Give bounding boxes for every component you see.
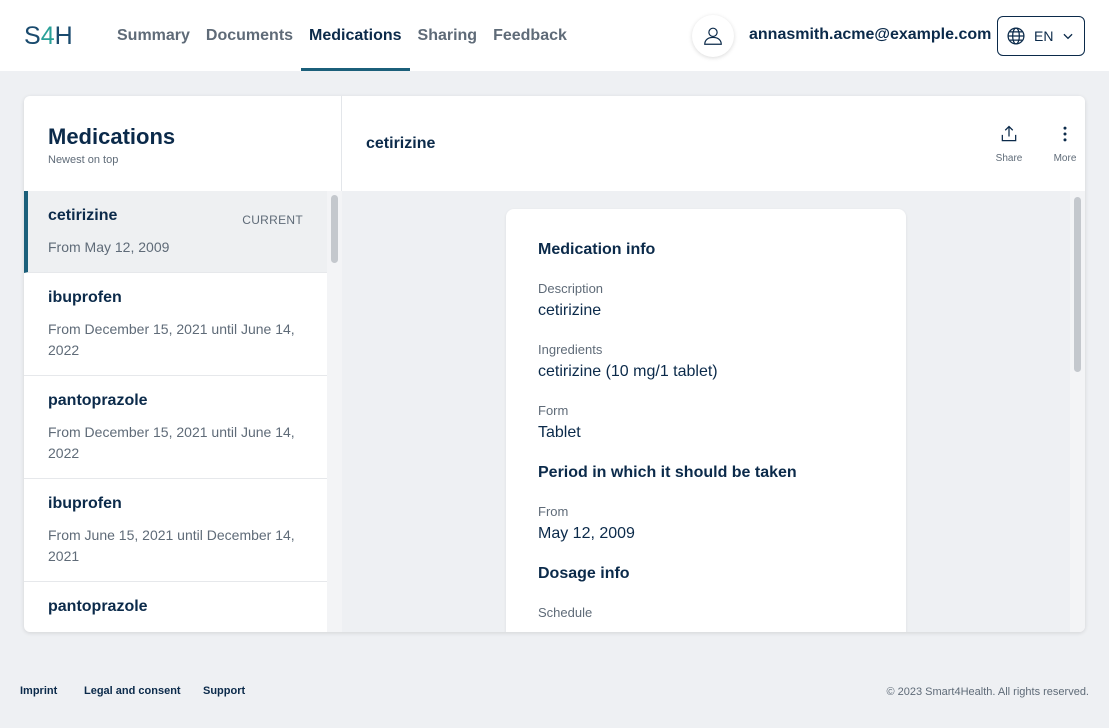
- scrollbar-thumb[interactable]: [1074, 197, 1081, 372]
- detail-body: Medication info Description cetirizine I…: [342, 191, 1085, 632]
- chevron-down-icon: [1063, 33, 1073, 40]
- list-item[interactable]: ibuprofen From June 15, 2021 until Decem…: [24, 479, 327, 582]
- list-item[interactable]: cetirizine CURRENT From May 12, 2009: [24, 191, 327, 273]
- copyright: © 2023 Smart4Health. All rights reserved…: [886, 686, 1089, 698]
- medication-name: ibuprofen: [48, 289, 122, 306]
- support-link[interactable]: Support: [203, 685, 245, 697]
- footer: Imprint Legal and consent Support © 2023…: [0, 672, 1109, 712]
- medication-period: From May 12, 2009: [48, 239, 170, 255]
- section-period: Period in which it should be taken: [538, 464, 797, 481]
- section-medication-info: Medication info: [538, 241, 656, 258]
- legal-consent-link[interactable]: Legal and consent: [84, 685, 181, 697]
- globe-icon: [1007, 27, 1025, 45]
- medication-info-card: Medication info Description cetirizine I…: [506, 209, 906, 632]
- nav-documents[interactable]: Documents: [198, 0, 301, 71]
- medication-list: cetirizine CURRENT From May 12, 2009 ibu…: [24, 191, 327, 632]
- language-selector[interactable]: EN: [997, 16, 1085, 56]
- ingredients-field: Ingredients cetirizine (10 mg/1 tablet): [538, 342, 874, 381]
- description-value: cetirizine: [538, 302, 602, 319]
- ingredients-value: cetirizine (10 mg/1 tablet): [538, 363, 718, 380]
- ingredients-label: Ingredients: [538, 342, 603, 357]
- description-field: Description cetirizine: [538, 281, 874, 320]
- logo-4: 4: [40, 21, 55, 50]
- nav-feedback[interactable]: Feedback: [485, 0, 575, 71]
- main-nav: Summary Documents Medications Sharing Fe…: [109, 0, 575, 71]
- medication-name: ibuprofen: [48, 495, 122, 512]
- scrollbar-thumb[interactable]: [331, 195, 338, 263]
- nav-medications[interactable]: Medications: [301, 0, 410, 71]
- status-badge: CURRENT: [242, 213, 303, 227]
- detail-title: cetirizine: [366, 135, 436, 152]
- user-email[interactable]: annasmith.acme@example.com: [749, 26, 991, 44]
- medication-period: From December 15, 2021 until June 14, 20…: [48, 321, 295, 358]
- schedule-label: Schedule: [538, 605, 593, 620]
- form-value: Tablet: [538, 424, 581, 441]
- imprint-link[interactable]: Imprint: [20, 685, 57, 697]
- list-item[interactable]: pantoprazole: [24, 582, 327, 632]
- share-label: Share: [995, 153, 1023, 164]
- user-icon: [704, 27, 722, 45]
- more-vertical-icon: [1063, 126, 1067, 142]
- more-button[interactable]: More: [1045, 124, 1085, 164]
- from-value: May 12, 2009: [538, 525, 635, 542]
- medication-name: pantoprazole: [48, 598, 148, 615]
- medication-detail-pane: cetirizine Share More Medication info De…: [342, 96, 1085, 632]
- medication-list-pane: Medications Newest on top cetirizine CUR…: [24, 96, 342, 632]
- form-field: Form Tablet: [538, 403, 874, 442]
- list-scrollbar[interactable]: [327, 191, 342, 632]
- list-item[interactable]: ibuprofen From December 15, 2021 until J…: [24, 273, 327, 376]
- more-label: More: [1053, 153, 1077, 164]
- form-label: Form: [538, 403, 569, 418]
- list-header: Medications Newest on top: [48, 124, 175, 166]
- language-code: EN: [1034, 28, 1054, 44]
- logo-h: H: [54, 21, 73, 50]
- schedule-field: Schedule: [538, 605, 874, 620]
- list-item[interactable]: pantoprazole From December 15, 2021 unti…: [24, 376, 327, 479]
- top-header: S4H Summary Documents Medications Sharin…: [0, 0, 1109, 71]
- logo[interactable]: S4H: [24, 22, 73, 50]
- from-field: From May 12, 2009: [538, 504, 874, 543]
- nav-sharing[interactable]: Sharing: [410, 0, 486, 71]
- nav-summary[interactable]: Summary: [109, 0, 198, 71]
- logo-s: S: [24, 21, 41, 50]
- user-avatar-button[interactable]: [692, 15, 734, 57]
- share-icon: [1001, 125, 1017, 142]
- sort-hint: Newest on top: [48, 154, 119, 166]
- medication-period: From December 15, 2021 until June 14, 20…: [48, 424, 295, 461]
- medications-card: Medications Newest on top cetirizine CUR…: [24, 96, 1085, 632]
- detail-header: cetirizine Share More: [342, 96, 1085, 191]
- share-button[interactable]: Share: [989, 124, 1029, 164]
- description-label: Description: [538, 281, 604, 296]
- medication-name: pantoprazole: [48, 392, 148, 409]
- medication-period: From June 15, 2021 until December 14, 20…: [48, 527, 295, 564]
- detail-scrollbar[interactable]: [1070, 191, 1085, 632]
- from-label: From: [538, 504, 569, 519]
- page-title: Medications: [48, 124, 176, 149]
- section-dosage: Dosage info: [538, 565, 630, 582]
